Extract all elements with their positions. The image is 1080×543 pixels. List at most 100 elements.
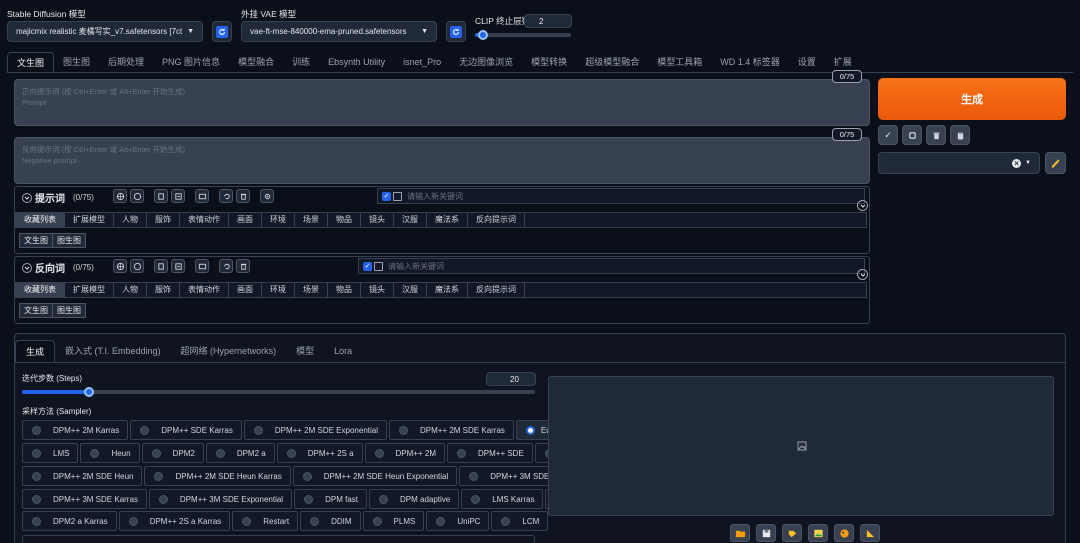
trash-icon[interactable] — [236, 189, 250, 203]
save-button[interactable] — [756, 524, 776, 542]
category-tab[interactable]: 汉服 — [394, 213, 427, 227]
sampler-option[interactable]: LMS Karras — [461, 489, 544, 509]
send-to-inpaint-button[interactable] — [834, 524, 854, 542]
checkbox-checked[interactable]: ✓ — [363, 261, 372, 271]
main-tab[interactable]: 训练 — [283, 52, 319, 72]
clear-button[interactable] — [926, 125, 946, 145]
sampler-option[interactable]: DPM++ SDE — [447, 443, 533, 463]
steps-slider-handle[interactable] — [83, 387, 94, 397]
collapse-icon[interactable] — [22, 262, 32, 273]
clip-number-input[interactable]: 2 — [524, 14, 572, 28]
apply-style-button[interactable]: ✓ — [878, 125, 898, 145]
history-icon[interactable] — [195, 189, 209, 203]
sampler-option[interactable]: LMS — [22, 443, 79, 463]
main-tab[interactable]: 模型工具箱 — [648, 52, 711, 72]
send-to-img2img-button[interactable] — [808, 524, 828, 542]
undo-icon[interactable] — [219, 259, 233, 273]
main-tab[interactable]: 设置 — [789, 52, 825, 72]
category-tab[interactable]: 收藏列表 — [16, 283, 65, 297]
category-tab[interactable]: 服饰 — [147, 213, 180, 227]
main-tab[interactable]: Ebsynth Utility — [319, 52, 394, 72]
sampler-option[interactable]: DPM++ 2S a Karras — [118, 511, 231, 531]
expand-icon[interactable] — [857, 200, 868, 211]
sampler-option[interactable]: LCM — [491, 511, 549, 531]
sampler-option[interactable]: DPM2 — [141, 443, 204, 463]
send-to-extras-button[interactable] — [860, 524, 880, 542]
gear-icon[interactable] — [260, 189, 274, 203]
folder-button[interactable] — [730, 524, 750, 542]
category-tab[interactable]: 反向提示词 — [468, 283, 525, 297]
category-tab[interactable]: 人物 — [114, 283, 147, 297]
sampler-option[interactable]: DPM adaptive — [369, 489, 460, 509]
sampler-option[interactable]: DPM++ 2M SDE Karras — [389, 420, 514, 440]
sampler-option[interactable]: DPM fast — [294, 489, 367, 509]
stop-button[interactable] — [902, 125, 922, 145]
category-tab[interactable]: 场景 — [295, 283, 328, 297]
paste-button[interactable] — [950, 125, 970, 145]
vae-refresh-button[interactable] — [446, 21, 466, 42]
globe-icon[interactable] — [113, 189, 127, 203]
category-tab[interactable]: 表情动作 — [180, 213, 229, 227]
sampler-option[interactable]: DPM++ 2M Karras — [22, 420, 129, 440]
sampler-option[interactable]: UniPC — [426, 511, 490, 531]
expand-icon[interactable] — [857, 269, 868, 280]
main-tab[interactable]: 后期处理 — [99, 52, 153, 72]
checkbox[interactable] — [393, 191, 402, 201]
sd-model-select[interactable]: majicmix realistic 麦橘写实_v7.safetensors [… — [7, 21, 203, 42]
checkbox[interactable] — [374, 261, 383, 271]
generate-button[interactable]: 生成 — [878, 78, 1066, 120]
sampler-option[interactable]: PLMS — [362, 511, 425, 531]
category-tab[interactable]: 表情动作 — [180, 283, 229, 297]
category-tab[interactable]: 物品 — [328, 213, 361, 227]
copy-icon[interactable] — [154, 259, 168, 273]
history-icon[interactable] — [195, 259, 209, 273]
edit-style-button[interactable] — [1045, 152, 1066, 174]
sampler-option[interactable]: DPM++ 2M SDE Heun Exponential — [292, 466, 458, 486]
category-tab[interactable]: 场景 — [295, 213, 328, 227]
checkbox-checked[interactable]: ✓ — [382, 191, 391, 201]
sampler-option[interactable]: DPM++ 3M SDE Exponential — [148, 489, 293, 509]
steps-slider[interactable] — [22, 387, 535, 397]
category-tab[interactable]: 画面 — [229, 283, 262, 297]
copy-icon[interactable] — [154, 189, 168, 203]
category-tab[interactable]: 画面 — [229, 213, 262, 227]
main-tab[interactable]: 扩展 — [825, 52, 861, 72]
prompt-textarea[interactable]: 正向提示词 (按 Ctrl+Enter 或 Alt+Enter 开始生成) Pr… — [14, 79, 870, 126]
sampler-option[interactable]: DPM++ SDE Karras — [130, 420, 242, 440]
sd-model-refresh-button[interactable] — [212, 21, 232, 42]
style-select[interactable]: × ▼ — [878, 152, 1040, 174]
sampler-option[interactable]: DDIM — [300, 511, 361, 531]
sub-button[interactable]: 图生图 — [52, 303, 86, 318]
sampler-option[interactable]: DPM++ 2M SDE Heun Karras — [144, 466, 291, 486]
gen-tab[interactable]: 嵌入式 (T.I. Embedding) — [55, 340, 171, 362]
category-tab[interactable]: 环境 — [262, 283, 295, 297]
sampler-option[interactable]: Heun — [80, 443, 140, 463]
collapse-icon[interactable] — [22, 192, 32, 203]
main-tab[interactable]: 超级模型融合 — [576, 52, 648, 72]
sub-button[interactable]: 图生图 — [52, 233, 86, 248]
sampler-option[interactable]: DPM++ 2S a — [276, 443, 363, 463]
globe-icon[interactable] — [113, 259, 127, 273]
paste-icon[interactable] — [171, 259, 185, 273]
sampler-option[interactable]: DPM++ 2M SDE Exponential — [243, 420, 387, 440]
main-tab[interactable]: 模型转换 — [522, 52, 576, 72]
gen-tab[interactable]: 模型 — [286, 340, 324, 362]
category-tab[interactable]: 扩展模型 — [65, 213, 114, 227]
category-tab[interactable]: 魔法系 — [427, 213, 468, 227]
main-tab[interactable]: 无边图像浏览 — [450, 52, 522, 72]
zip-button[interactable] — [782, 524, 802, 542]
clip-slider-handle[interactable] — [477, 30, 488, 40]
trash-icon[interactable] — [236, 259, 250, 273]
vae-select[interactable]: vae-ft-mse-840000-ema-pruned.safetensors… — [241, 21, 437, 42]
category-tab[interactable]: 收藏列表 — [16, 213, 65, 227]
gen-tab[interactable]: 生成 — [15, 340, 56, 362]
translate-icon[interactable] — [130, 259, 144, 273]
main-tab[interactable]: 图生图 — [54, 52, 99, 72]
category-tab[interactable]: 扩展模型 — [65, 283, 114, 297]
category-tab[interactable]: 反向提示词 — [468, 213, 525, 227]
category-tab[interactable]: 汉服 — [394, 283, 427, 297]
gen-tab[interactable]: 超网络 (Hypernetworks) — [171, 340, 287, 362]
sampler-option[interactable]: DPM2 a — [205, 443, 275, 463]
category-tab[interactable]: 镜头 — [361, 283, 394, 297]
negative-prompt-textarea[interactable]: 反向提示词 (按 Ctrl+Enter 或 Alt+Enter 开始生成) Ne… — [14, 137, 870, 184]
